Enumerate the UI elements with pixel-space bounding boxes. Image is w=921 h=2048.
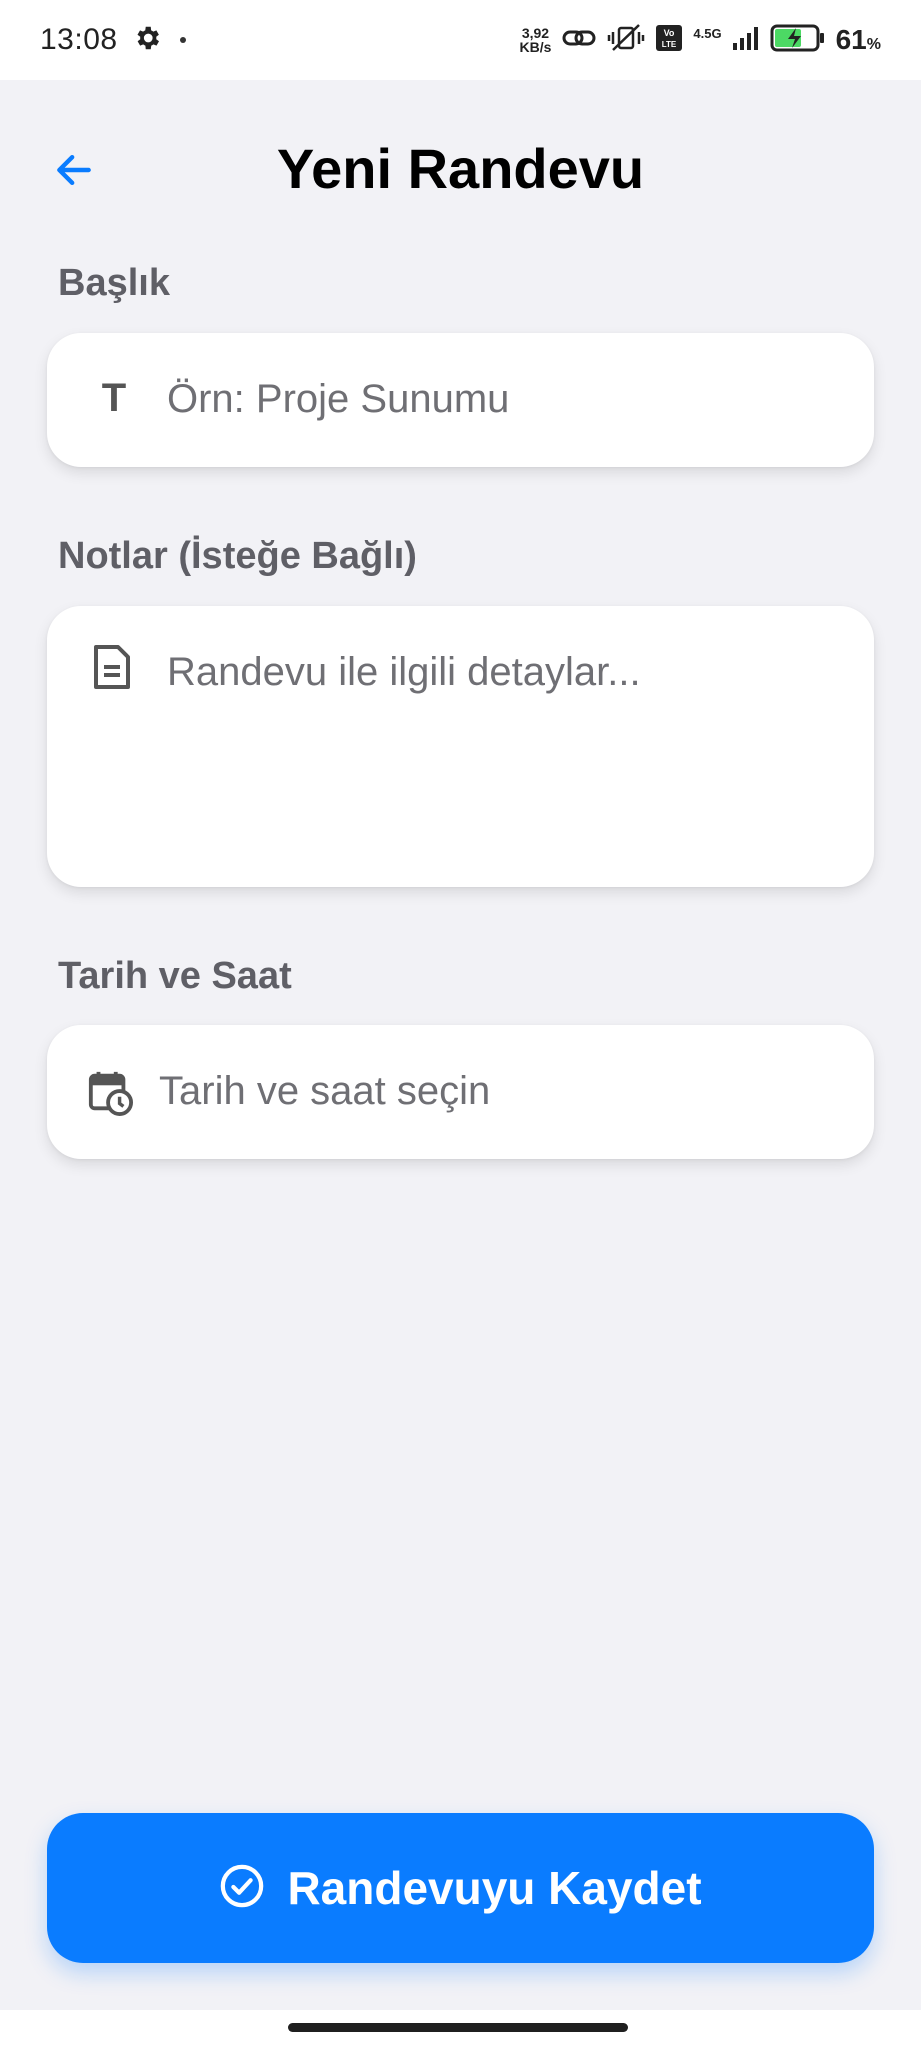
notes-placeholder: Randevu ile ilgili detaylar...	[167, 650, 641, 694]
title-input[interactable]: T Örn: Proje Sunumu	[47, 333, 874, 467]
screen: 13:08 3,92 KB/s Vo LTE 4.5G 61% Yeni Ran…	[0, 0, 921, 2048]
vibrate-mute-icon	[607, 22, 645, 59]
title-placeholder: Örn: Proje Sunumu	[167, 377, 510, 421]
datetime-picker[interactable]: Tarih ve saat seçin	[47, 1025, 874, 1159]
title-label: Başlık	[58, 262, 170, 304]
notification-dot	[179, 37, 186, 43]
document-icon	[87, 642, 137, 692]
battery-percent: 61%	[836, 24, 881, 56]
page-title: Yeni Randevu	[276, 137, 645, 200]
save-button-label: Randevuyu Kaydet	[287, 1862, 702, 1914]
status-time: 13:08	[40, 23, 118, 56]
save-appointment-button[interactable]: Randevuyu Kaydet	[47, 1813, 874, 1963]
settings-gear-icon	[132, 23, 162, 58]
datetime-label: Tarih ve Saat	[58, 955, 292, 997]
status-bar: 13:08 3,92 KB/s Vo LTE 4.5G 61%	[0, 0, 921, 80]
status-bar-right: 3,92 KB/s Vo LTE 4.5G 61%	[520, 22, 881, 59]
datetime-placeholder: Tarih ve saat seçin	[159, 1069, 491, 1113]
calendar-clock-icon	[85, 1067, 135, 1117]
check-circle-icon	[219, 1863, 265, 1914]
network-speed-unit: KB/s	[519, 39, 552, 55]
svg-text:LTE: LTE	[662, 40, 677, 49]
battery-percent-value: 61	[835, 24, 867, 55]
system-nav-bar	[0, 2010, 921, 2048]
network-type: 4.5G	[693, 25, 722, 41]
battery-percent-unit: %	[866, 36, 881, 53]
text-t-icon: T	[101, 375, 127, 420]
notes-label: Notlar (İsteğe Bağlı)	[58, 535, 417, 577]
network-speed-value: 3,92	[521, 25, 550, 41]
notes-textarea[interactable]: Randevu ile ilgili detaylar...	[47, 606, 874, 887]
header: Yeni Randevu	[0, 80, 921, 260]
volte-icon: Vo LTE	[655, 24, 683, 57]
signal-icon	[732, 25, 760, 56]
home-indicator[interactable]	[288, 2023, 628, 2032]
link-icon	[561, 23, 597, 58]
svg-text:Vo: Vo	[664, 28, 675, 38]
status-bar-left: 13:08	[40, 23, 186, 58]
battery-charging-icon	[770, 23, 826, 58]
network-speed: 3,92 KB/s	[520, 26, 552, 54]
